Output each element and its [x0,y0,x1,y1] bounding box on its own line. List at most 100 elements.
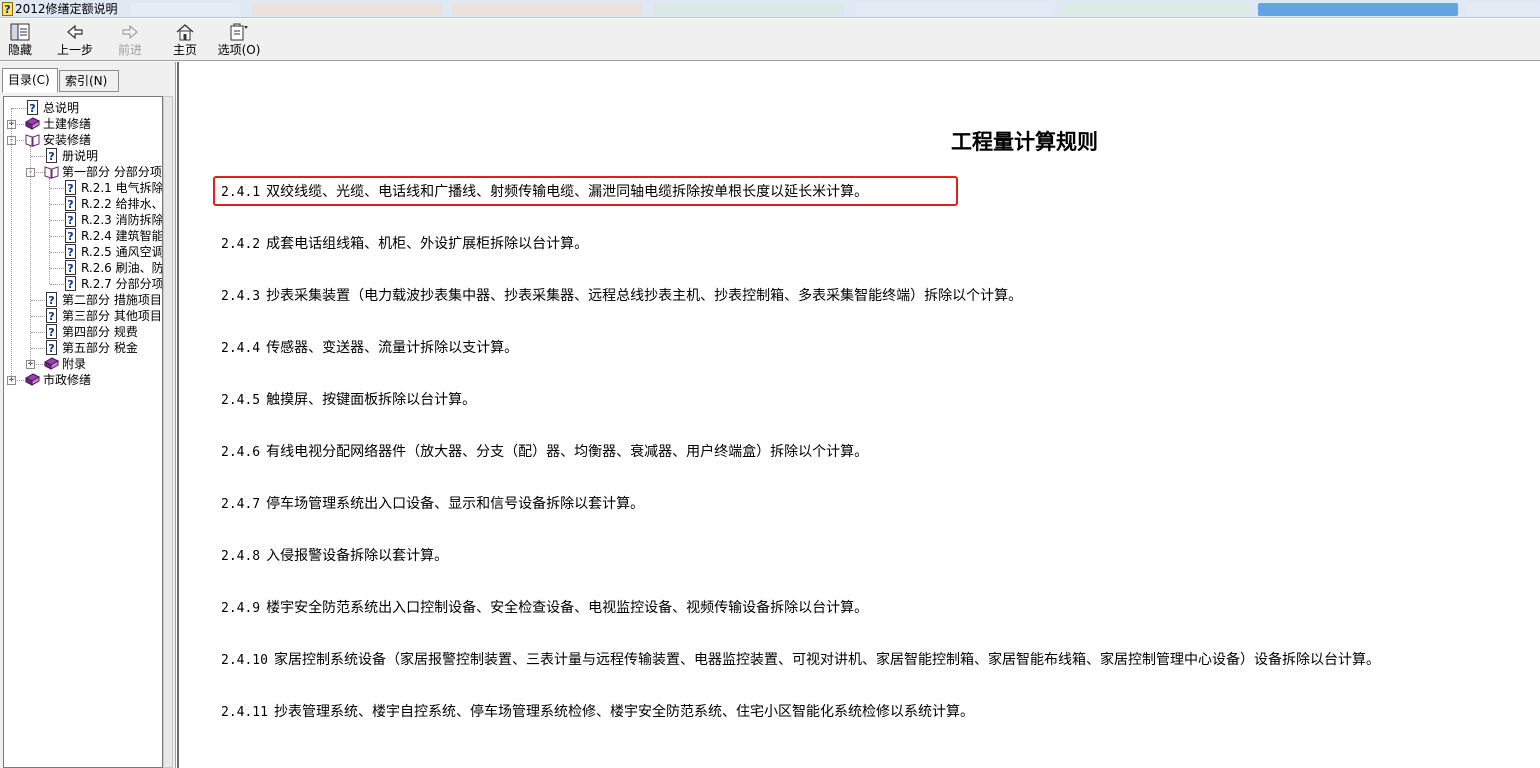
tree-item[interactable]: - 安装修缮 [4,132,162,148]
tree-item-label: 第五部分 税金 [62,341,138,355]
help-page-icon: ? [63,260,78,275]
tree-connector-line [31,316,45,317]
background-taskbar-tab [452,3,642,16]
tree-item[interactable]: + 土建修缮 [4,116,162,132]
tree-item[interactable]: - 第一部分 分部分项 [4,164,162,180]
tab-index-label: 索引(N) [65,74,108,88]
open-book-icon [25,132,40,147]
tree-item-label: 第一部分 分部分项 [62,165,162,179]
help-page-icon: ? [63,196,78,211]
tree-connector-line [12,108,26,109]
rule-item: 2.4.8 入侵报警设备拆除以套计算。 [221,546,448,567]
rule-number: 2.4.1 [221,185,261,200]
rule-text: 成套电话组线箱、机柜、外设扩展柜拆除以台计算。 [266,236,589,252]
tree-connector-line [50,268,64,269]
background-taskbar-tab [856,3,1052,16]
rule-text: 有线电视分配网络器件（放大器、分支（配）器、均衡器、衰减器、用户终端盒）拆除以个… [266,444,869,460]
navigation-pane: 目录(C) 索引(N) ? 总说明 + 土建修缮 - 安装修缮? 册说明 - 第一部分 分部分项… [0,62,176,768]
tree-item[interactable]: ? R.2.1 电气拆除 [4,180,163,196]
rule-number: 2.4.5 [221,393,261,408]
tree-item-label: R.2.2 给排水、 [81,197,163,211]
contents-tree[interactable]: ? 总说明 + 土建修缮 - 安装修缮? 册说明 - 第一部分 分部分项? R.2.1 电气拆除?… [3,96,163,768]
tree-item[interactable]: + 市政修缮 [4,372,162,388]
document-view[interactable]: 工程量计算规则 2.4.1 双绞线缆、光缆、电话线和广播线、射频传输电缆、漏泄同轴… [177,62,1540,768]
svg-text:?: ? [48,310,54,323]
rule-number: 2.4.9 [221,601,261,616]
tree-item-label: 第三部分 其他项目 [62,309,162,323]
svg-text:?: ? [29,102,35,115]
tree-connector-line [50,220,64,221]
rule-number: 2.4.6 [221,445,261,460]
help-page-icon: ? [25,100,40,115]
rule-number: 2.4.11 [221,705,268,720]
title-bar: ? 2012修缮定额说明 [0,0,1540,18]
tree-item[interactable]: ? 第三部分 其他项目 [4,308,162,324]
tree-item[interactable]: ? 第二部分 措施项目 [4,292,162,308]
home-button[interactable]: 主页 [168,21,202,59]
rule-number: 2.4.2 [221,237,261,252]
back-button[interactable]: 上一步 [54,21,96,59]
svg-text:?: ? [4,3,10,16]
help-page-icon: ? [63,212,78,227]
tree-item-label: R.2.5 通风空调 [81,245,163,259]
tree-item[interactable]: ? R.2.2 给排水、 [4,196,163,212]
tab-index[interactable]: 索引(N) [59,70,119,92]
tree-connector-line [50,188,64,189]
options-icon [230,23,248,41]
tree-connector-line [50,252,64,253]
tree-item-label: R.2.3 消防拆除 [81,213,163,227]
tree-item-label: 总说明 [43,101,80,115]
tree-item[interactable]: + 附录 [4,356,162,372]
tree-item-label: 市政修缮 [43,373,92,387]
rule-text: 抄表管理系统、楼宇自控系统、停车场管理系统检修、楼宇安全防范系统、住宅小区智能化… [273,704,974,720]
svg-text:?: ? [67,246,73,259]
options-button[interactable]: 选项(O) [216,21,262,59]
tree-item-label: 第二部分 措施项目 [62,293,162,307]
svg-text:?: ? [48,342,54,355]
tab-contents[interactable]: 目录(C) [2,68,58,93]
tree-item[interactable]: ? R.2.5 通风空调 [4,244,163,260]
background-taskbar-tab [1258,3,1458,16]
svg-text:?: ? [67,230,73,243]
help-page-icon: ? [63,276,78,291]
tree-connector-line [49,178,50,284]
background-taskbar-tab [252,3,442,16]
tree-item-label: R.2.7 分部分项 [81,277,163,291]
rule-item: 2.4.10 家居控制系统设备（家居报警控制装置、三表计量与远程传输装置、电器监控… [221,650,1380,671]
help-page-icon: ? [63,228,78,243]
rule-item: 2.4.3 抄表采集装置（电力载波抄表集中器、抄表采集器、远程总线抄表主机、抄表控… [221,286,1022,307]
options-button-label: 选项(O) [217,43,261,57]
tree-item[interactable]: ? R.2.6 刷油、防 [4,260,163,276]
tree-item[interactable]: ? 总说明 [4,100,162,116]
rule-number: 2.4.10 [221,653,268,668]
tree-item[interactable]: ? 册说明 [4,148,162,164]
svg-text:?: ? [67,262,73,275]
tab-contents-label: 目录(C) [8,73,50,87]
rule-number: 2.4.4 [221,341,261,356]
rule-item: 2.4.7 停车场管理系统出入口设备、显示和信号设备拆除以套计算。 [221,494,644,515]
tree-item[interactable]: ? R.2.7 分部分项 [4,276,163,292]
tree-item[interactable]: ? 第五部分 税金 [4,340,162,356]
tree-item[interactable]: ? 第四部分 规费 [4,324,162,340]
tree-item[interactable]: ? R.2.4 建筑智能 [4,228,163,244]
home-icon [176,24,194,41]
help-page-icon: ? [63,244,78,259]
tree-item-label: R.2.6 刷油、防 [81,261,163,275]
tree-item[interactable]: ? R.2.3 消防拆除 [4,212,163,228]
help-page-icon: ? [44,308,59,323]
rule-number: 2.4.7 [221,497,261,512]
background-taskbar-tab [654,3,844,16]
tree-connector-line [31,300,45,301]
help-page-icon: ? [63,180,78,195]
tree-item-label: R.2.1 电气拆除 [81,181,163,195]
tree-scrollbar[interactable] [163,96,173,768]
rule-text: 停车场管理系统出入口设备、显示和信号设备拆除以套计算。 [266,496,645,512]
hide-button[interactable]: 隐藏 [4,21,36,59]
tree-item-label: 安装修缮 [43,133,92,147]
rule-number: 2.4.3 [221,289,261,304]
tree-item-label: R.2.4 建筑智能 [81,229,163,243]
forward-button[interactable]: 前进 [112,21,148,59]
open-book-icon [44,164,59,179]
page-title: 工程量计算规则 [951,129,1098,154]
rule-text: 家居控制系统设备（家居报警控制装置、三表计量与远程传输装置、电器监控装置、可视对… [273,652,1380,668]
